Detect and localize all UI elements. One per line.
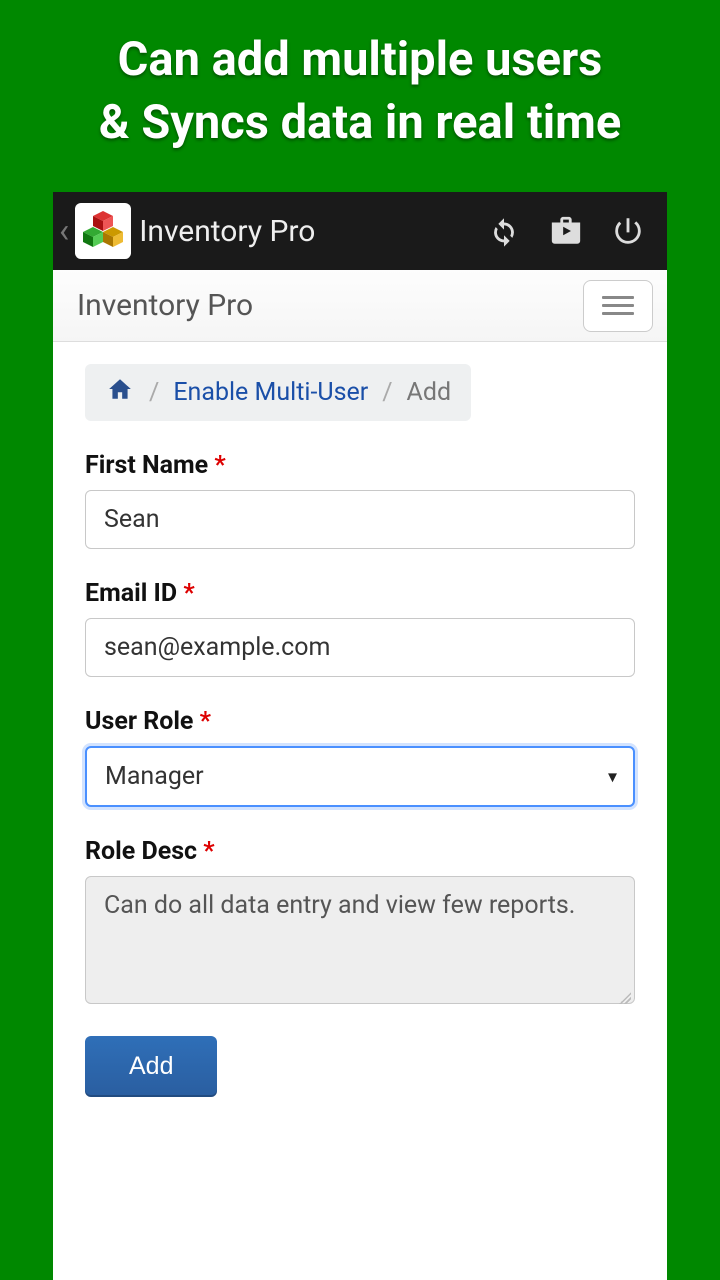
navbar: Inventory Pro — [53, 270, 667, 342]
hamburger-menu[interactable] — [583, 280, 653, 332]
required-mark: * — [203, 837, 214, 866]
appbar-title: Inventory Pro — [139, 214, 473, 249]
required-mark: * — [214, 451, 225, 480]
appbar: ‹ Inventory Pro — [53, 192, 667, 270]
role-desc-group: Role Desc * — [85, 837, 635, 1008]
content: / Enable Multi-User / Add First Name * E… — [53, 342, 667, 1127]
shop-icon[interactable] — [535, 201, 597, 261]
first-name-label: First Name * — [85, 451, 635, 480]
promo-headline: Can add multiple users & Syncs data in r… — [0, 0, 720, 175]
breadcrumb-link[interactable]: Enable Multi-User — [173, 378, 368, 407]
back-button[interactable]: ‹ — [57, 214, 71, 248]
first-name-group: First Name * — [85, 451, 635, 549]
app-logo[interactable] — [75, 203, 131, 259]
breadcrumb-current: Add — [407, 378, 452, 407]
breadcrumb: / Enable Multi-User / Add — [85, 364, 471, 421]
first-name-label-text: First Name — [85, 451, 208, 480]
user-role-group: User Role * Manager — [85, 707, 635, 807]
appbar-actions — [473, 201, 659, 261]
required-mark: * — [183, 579, 194, 608]
user-role-select-wrap: Manager — [85, 746, 635, 807]
promo-line2: & Syncs data in real time — [99, 95, 622, 150]
add-button[interactable]: Add — [85, 1036, 217, 1097]
device-frame: ‹ Inventory Pro — [53, 192, 667, 1280]
email-input[interactable] — [85, 618, 635, 677]
email-label: Email ID * — [85, 579, 635, 608]
boxes-icon — [79, 207, 127, 255]
navbar-title: Inventory Pro — [77, 288, 253, 323]
refresh-icon[interactable] — [473, 201, 535, 261]
email-group: Email ID * — [85, 579, 635, 677]
first-name-input[interactable] — [85, 490, 635, 549]
user-role-label: User Role * — [85, 707, 635, 736]
user-role-select[interactable]: Manager — [85, 746, 635, 807]
email-label-text: Email ID — [85, 579, 177, 608]
role-desc-label: Role Desc * — [85, 837, 635, 866]
power-icon[interactable] — [597, 201, 659, 261]
promo-line1: Can add multiple users — [118, 32, 603, 87]
required-mark: * — [200, 707, 211, 736]
home-icon[interactable] — [105, 376, 135, 409]
role-desc-label-text: Role Desc — [85, 837, 197, 866]
breadcrumb-sep: / — [149, 378, 159, 407]
breadcrumb-sep: / — [382, 378, 392, 407]
role-desc-textarea-wrap — [85, 876, 635, 1008]
role-desc-textarea[interactable] — [85, 876, 635, 1004]
user-role-label-text: User Role — [85, 707, 193, 736]
